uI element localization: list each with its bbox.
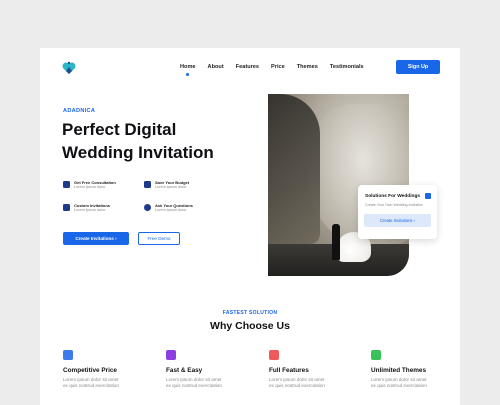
edit-icon [63, 204, 70, 211]
photo-groom [332, 224, 340, 260]
card-title: Solutions For Weddings [365, 194, 421, 199]
hero-eyebrow: ADADNICA [63, 108, 96, 114]
reason-competitive-price: Competitive Price Lorem ipsum dolor sit … [63, 350, 143, 389]
landing-page: Home About Features Price Themes Testimo… [40, 48, 460, 405]
reason-text: ex quis nostrud exercitation [371, 383, 427, 388]
signup-button[interactable]: Sign Up [396, 60, 440, 74]
card-badge-icon [425, 193, 431, 199]
main-nav: Home About Features Price Themes Testimo… [180, 64, 376, 76]
card-subtitle: Create Your Own Wedding Invitation [365, 203, 423, 207]
solutions-card: Solutions For Weddings Create Your Own W… [358, 185, 437, 239]
nav-home[interactable]: Home [180, 64, 196, 76]
hero-title-line1: Perfect Digital [62, 120, 177, 139]
reason-title: Unlimited Themes [371, 367, 427, 374]
feature-subtitle: Lorem ipsum dolor [74, 185, 106, 189]
hero-title: Perfect Digital Wedding Invitation [62, 118, 272, 164]
palette-icon [371, 350, 381, 360]
feature-subtitle: Lorem ipsum dolor [74, 208, 106, 212]
reason-title: Competitive Price [63, 367, 117, 374]
feature-consultation: Get Free Consultation Lorem ipsum dolor [63, 180, 116, 190]
feature-custom: Custom Invitations Lorem ipsum dolor [63, 203, 110, 213]
create-invitations-button[interactable]: Create Invitations › [63, 232, 129, 245]
nav-price[interactable]: Price [271, 64, 285, 70]
reason-text: ex quis nostrud exercitation [63, 383, 119, 388]
reason-full-features: Full Features Lorem ipsum dolor sit amet… [269, 350, 349, 389]
photo-rock-dark [268, 94, 320, 244]
wallet-icon [144, 181, 151, 188]
nav-themes[interactable]: Themes [297, 64, 318, 70]
reason-title: Fast & Easy [166, 367, 203, 374]
price-icon [63, 350, 73, 360]
feature-budget: Save Your Budget Lorem ipsum dolor [144, 180, 189, 190]
section-title: Why Choose Us [210, 320, 290, 332]
feature-questions: Ask Your Questions Lorem ipsum dolor [144, 203, 193, 213]
hero-title-line2: Wedding Invitation [62, 143, 214, 162]
reason-text: ex quis nostrud exercitation [269, 383, 325, 388]
section-eyebrow: FASTEST SOLUTION [222, 310, 278, 316]
reason-fast-easy: Fast & Easy Lorem ipsum dolor sit amet e… [166, 350, 246, 389]
feature-subtitle: Lorem ipsum dolor [155, 185, 187, 189]
grid-icon [269, 350, 279, 360]
reason-unlimited-themes: Unlimited Themes Lorem ipsum dolor sit a… [371, 350, 451, 389]
help-icon [144, 204, 151, 211]
bolt-icon [166, 350, 176, 360]
feature-subtitle: Lorem ipsum dolor [155, 208, 187, 212]
nav-features[interactable]: Features [236, 64, 259, 70]
card-create-button[interactable]: Create Invitations › [364, 214, 431, 227]
nav-about[interactable]: About [208, 64, 224, 70]
reason-text: ex quis nostrud exercitation [166, 383, 222, 388]
free-demo-button[interactable]: Free Demo [138, 232, 180, 245]
reason-title: Full Features [269, 367, 309, 374]
logo-icon[interactable] [61, 60, 77, 76]
chat-icon [63, 181, 70, 188]
nav-testimonials[interactable]: Testimonials [330, 64, 364, 70]
